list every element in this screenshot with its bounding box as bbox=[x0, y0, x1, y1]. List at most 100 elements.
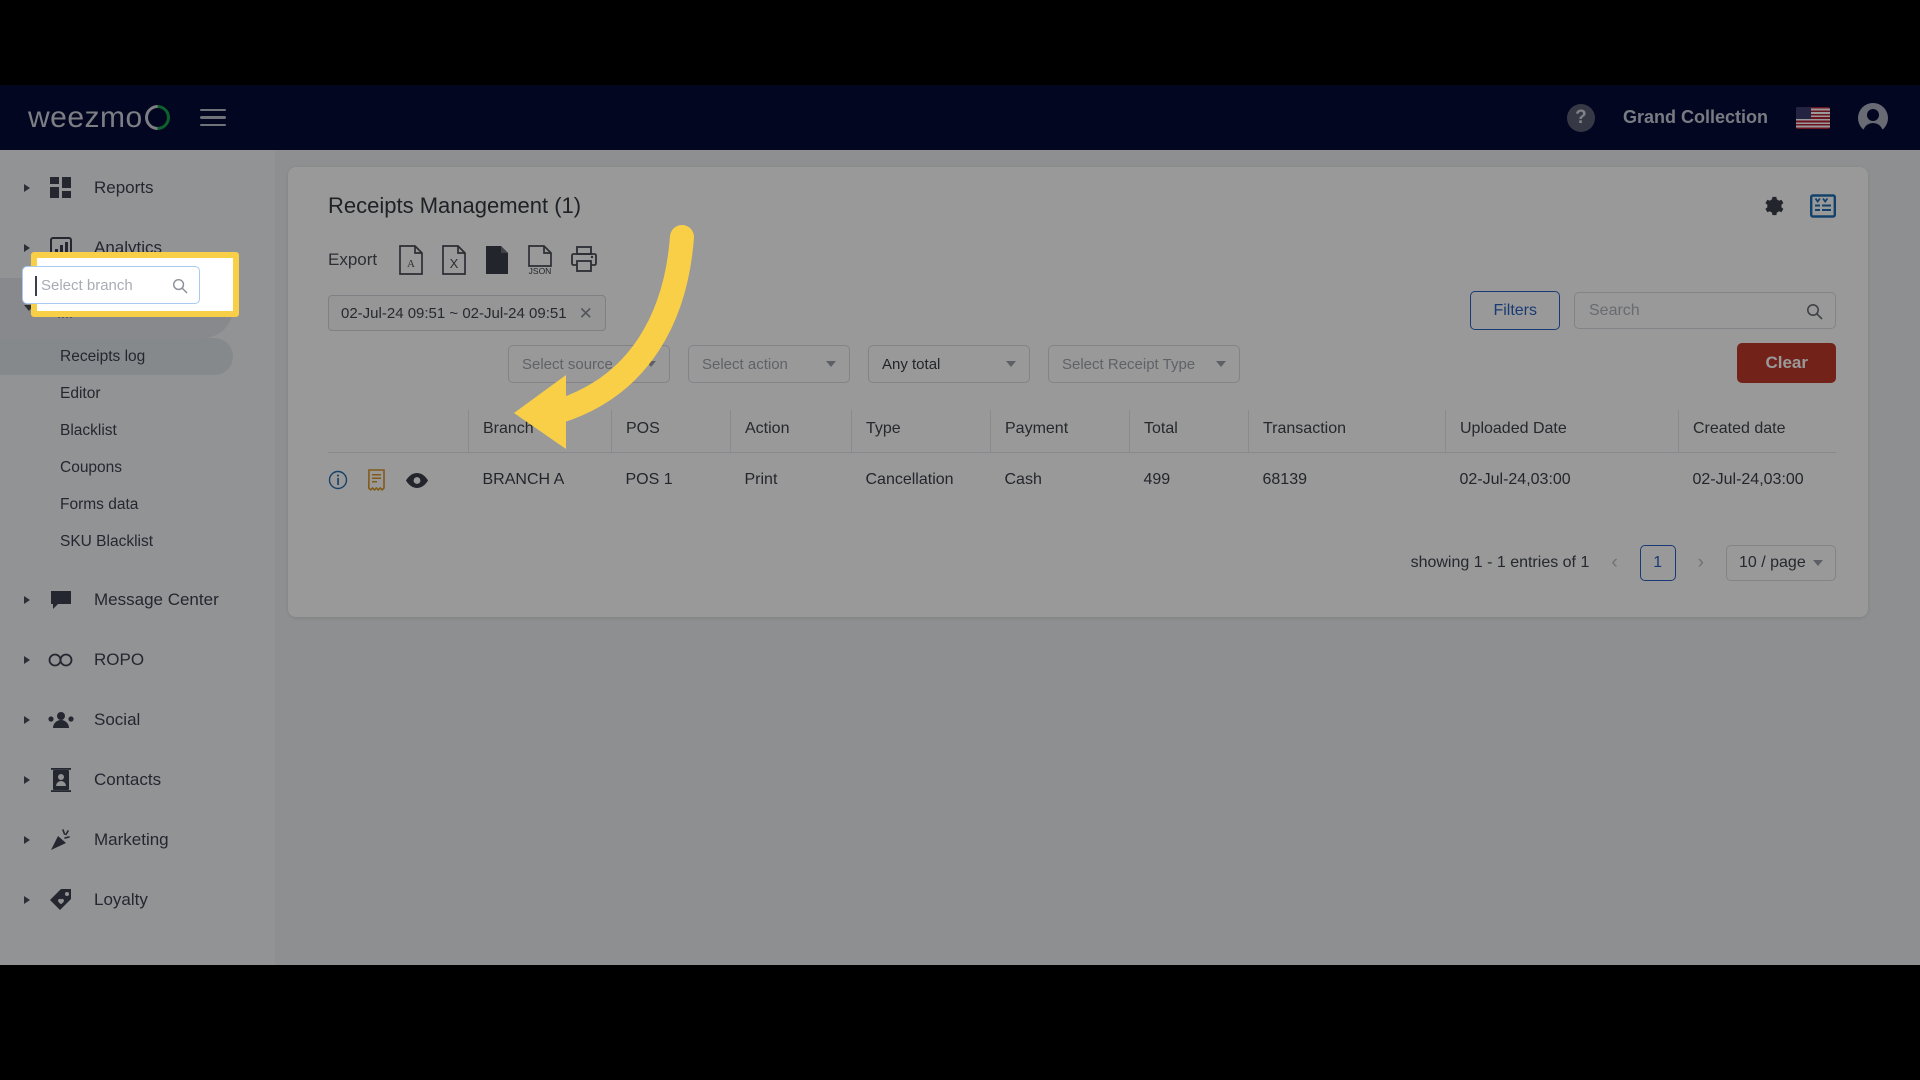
sidebar-item-message-center[interactable]: Message Center bbox=[0, 570, 275, 630]
chevron-right-icon bbox=[24, 244, 30, 252]
sidebar-label: Message Center bbox=[94, 590, 219, 609]
text-caret bbox=[35, 276, 37, 296]
sidebar-sublabel: SKU Blacklist bbox=[60, 532, 154, 550]
sidebar-label: Contacts bbox=[94, 770, 162, 789]
cell-transaction: 68139 bbox=[1262, 471, 1308, 488]
date-range-picker[interactable]: 02-Jul-24 09:51 ~ 02-Jul-24 09:51 ✕ bbox=[328, 295, 606, 331]
hamburger-icon[interactable] bbox=[199, 108, 226, 127]
sidebar-item-ropo[interactable]: ROPO bbox=[0, 630, 275, 690]
receipts-management-card: Receipts Management (1) Export A X JSON bbox=[288, 167, 1868, 617]
chevron-right-icon bbox=[24, 776, 30, 784]
total-select-value: Any total bbox=[882, 355, 941, 373]
export-excel-icon[interactable]: X bbox=[441, 245, 467, 275]
chat-icon bbox=[48, 587, 74, 613]
cell-branch: BRANCH A bbox=[482, 471, 565, 488]
table-row[interactable]: BRANCH A POS 1 Print Cancellation Cash 4… bbox=[328, 453, 1836, 508]
branch-select-placeholder: Select branch bbox=[41, 276, 133, 294]
column-header-transaction: Transaction bbox=[1248, 410, 1446, 453]
search-icon bbox=[172, 278, 188, 294]
dashboard-icon bbox=[48, 175, 74, 201]
sidebar-subitem-coupons[interactable]: Coupons bbox=[0, 449, 275, 486]
info-icon[interactable] bbox=[328, 470, 348, 490]
sidebar-subitem-editor[interactable]: Editor bbox=[0, 375, 275, 412]
user-avatar-icon[interactable] bbox=[1858, 102, 1888, 136]
sidebar-sublabel: Forms data bbox=[60, 495, 139, 513]
filters-button[interactable]: Filters bbox=[1470, 291, 1560, 330]
export-print-icon[interactable] bbox=[570, 245, 598, 275]
account-name[interactable]: Grand Collection bbox=[1623, 107, 1768, 128]
chevron-right-icon bbox=[24, 836, 30, 844]
column-header-pos: POS bbox=[611, 410, 731, 453]
source-select[interactable]: Select source bbox=[508, 345, 670, 383]
sidebar-item-reports[interactable]: Reports bbox=[0, 158, 275, 218]
close-icon[interactable]: ✕ bbox=[579, 305, 593, 322]
receipt-type-select[interactable]: Select Receipt Type bbox=[1048, 345, 1240, 383]
topbar-right-cluster: ? Grand Collection bbox=[1566, 102, 1888, 136]
sidebar-sublabel: Coupons bbox=[60, 458, 123, 476]
action-select-value: Select action bbox=[702, 355, 788, 373]
sidebar-sublabel: Receipts log bbox=[60, 347, 146, 365]
sidebar-item-social[interactable]: Social bbox=[0, 690, 275, 750]
eye-icon[interactable] bbox=[405, 472, 428, 489]
us-flag-icon[interactable] bbox=[1796, 106, 1830, 129]
total-select[interactable]: Any total bbox=[868, 345, 1030, 383]
gear-icon[interactable] bbox=[1760, 194, 1784, 218]
chevron-down-icon bbox=[1006, 361, 1016, 367]
sidebar-subitem-forms-data[interactable]: Forms data bbox=[0, 486, 275, 523]
date-filter-row: 02-Jul-24 09:51 ~ 02-Jul-24 09:51 ✕ bbox=[328, 295, 606, 331]
help-icon[interactable]: ? bbox=[1566, 103, 1595, 132]
pagination-prev-icon[interactable]: ‹ bbox=[1605, 552, 1623, 574]
row-actions-cell bbox=[328, 453, 469, 508]
sidebar-label: Reports bbox=[94, 178, 154, 197]
svg-text:JSON: JSON bbox=[529, 266, 552, 275]
pagination-summary: showing 1 - 1 entries of 1 bbox=[1410, 554, 1590, 571]
cell-payment: Cash bbox=[1004, 471, 1042, 488]
tag-icon bbox=[48, 887, 74, 913]
svg-text:A: A bbox=[407, 258, 415, 270]
cell-uploaded-date: 02-Jul-24,03:00 bbox=[1459, 471, 1571, 488]
sidebar-subitem-sku-blacklist[interactable]: SKU Blacklist bbox=[0, 523, 275, 560]
sidebar-item-marketing[interactable]: Marketing bbox=[0, 810, 275, 870]
sidebar-sublabel: Blacklist bbox=[60, 421, 117, 439]
clear-button[interactable]: Clear bbox=[1737, 343, 1836, 383]
export-csv-icon[interactable] bbox=[484, 245, 510, 275]
sidebar-item-contacts[interactable]: Contacts bbox=[0, 750, 275, 810]
page-size-select[interactable]: 10 / page bbox=[1726, 545, 1836, 581]
sidebar-subitem-receipts-log[interactable]: Receipts log bbox=[0, 338, 233, 375]
export-pdf-icon[interactable]: A bbox=[398, 245, 424, 275]
weezmo-logo[interactable]: weezmo bbox=[28, 99, 175, 136]
pagination-page-1[interactable]: 1 bbox=[1639, 545, 1676, 581]
action-select[interactable]: Select action bbox=[688, 345, 850, 383]
column-header-total: Total bbox=[1129, 410, 1249, 453]
search-input[interactable]: Search bbox=[1574, 292, 1836, 329]
top-bar: weezmo ? Grand Collection bbox=[0, 85, 1920, 150]
receipt-type-select-value: Select Receipt Type bbox=[1062, 355, 1196, 373]
search-placeholder: Search bbox=[1589, 301, 1640, 319]
chevron-right-icon bbox=[24, 184, 30, 192]
pagination-next-icon[interactable]: › bbox=[1692, 552, 1710, 574]
export-json-icon[interactable]: JSON bbox=[527, 245, 553, 276]
sidebar-label: Marketing bbox=[94, 830, 169, 849]
sidebar-item-loyalty[interactable]: Loyalty bbox=[0, 870, 275, 930]
column-header-uploaded-date: Uploaded Date bbox=[1445, 410, 1679, 453]
receipt-icon[interactable] bbox=[367, 469, 386, 492]
column-header-payment: Payment bbox=[990, 410, 1130, 453]
column-header-branch: Branch bbox=[468, 410, 612, 453]
source-select-value: Select source bbox=[522, 355, 613, 373]
branch-select-input[interactable]: Select branch bbox=[22, 266, 200, 304]
export-toolbar: Export A X JSON bbox=[328, 245, 598, 276]
cell-type: Cancellation bbox=[865, 471, 954, 488]
people-icon bbox=[48, 707, 74, 733]
chevron-right-icon bbox=[24, 716, 30, 724]
chevron-down-icon bbox=[646, 361, 656, 367]
sidebar-label: Loyalty bbox=[94, 890, 148, 909]
sidebar-subitem-blacklist[interactable]: Blacklist bbox=[0, 412, 275, 449]
table-columns-icon[interactable] bbox=[1810, 193, 1837, 219]
column-header-created-date: Created date bbox=[1678, 410, 1836, 453]
chevron-right-icon bbox=[24, 896, 30, 904]
filters-row: Select source Select action Any total Se… bbox=[328, 345, 1240, 383]
page-title: Receipts Management (1) bbox=[328, 193, 582, 218]
page-size-value: 10 / page bbox=[1739, 554, 1806, 571]
chevron-down-icon bbox=[1216, 361, 1226, 367]
table-header-row: Branch POS Action Type Payment Total Tra… bbox=[328, 410, 1836, 453]
